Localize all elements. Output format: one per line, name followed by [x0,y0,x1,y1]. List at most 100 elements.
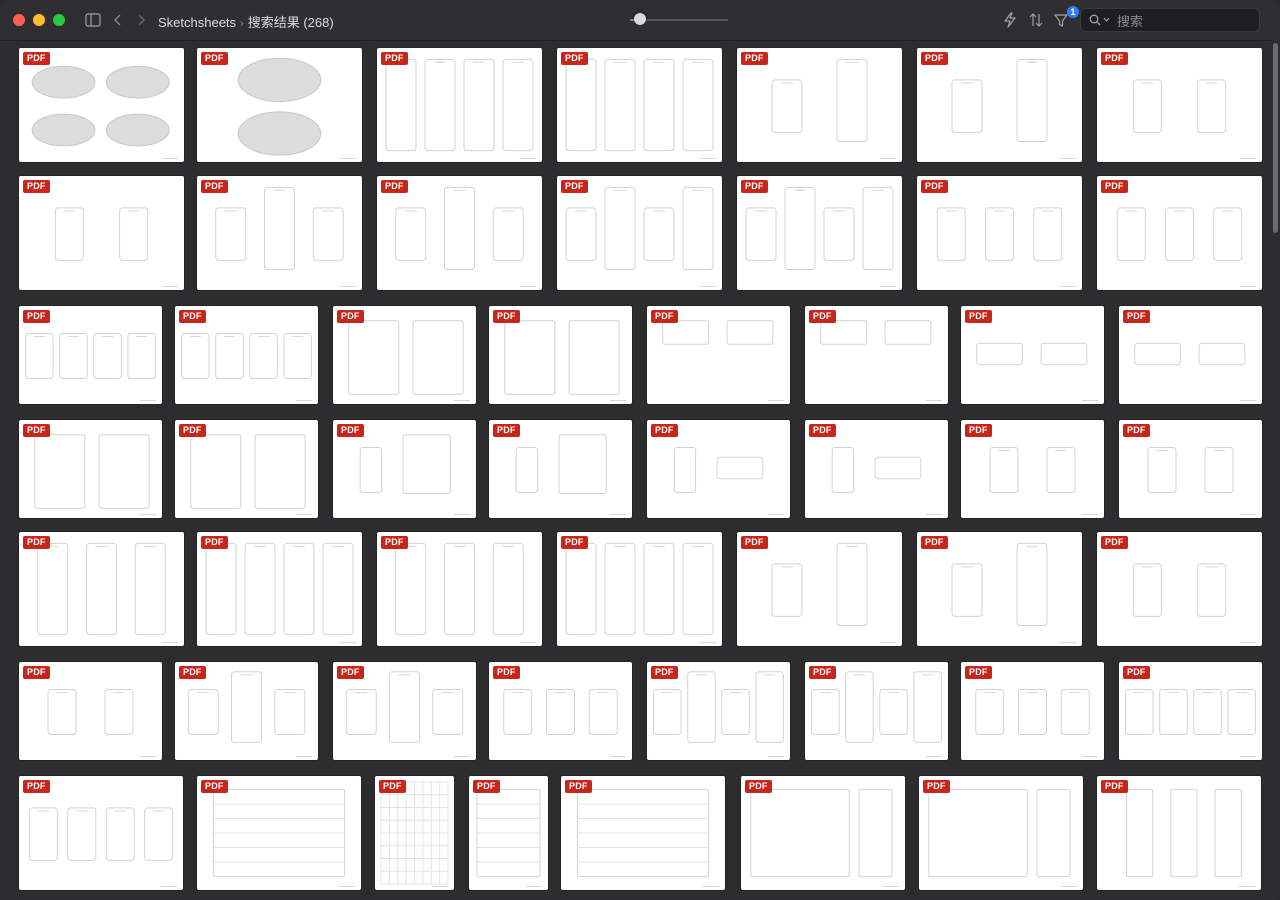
pdf-badge: PDF [809,424,836,437]
thumbnail-footer-mark [1082,400,1098,401]
pdf-thumbnail[interactable]: PDF [175,662,318,760]
pdf-thumbnail[interactable]: PDF [917,176,1082,290]
pdf-thumbnail[interactable]: PDF [1119,306,1262,404]
thumbnail-preview [237,57,322,156]
pdf-thumbnail[interactable]: PDF [377,48,542,162]
thumbnail-footer-mark [610,756,626,757]
pdf-thumbnail[interactable]: PDF [175,420,318,518]
pdf-thumbnail[interactable]: PDF [961,306,1104,404]
pdf-thumbnail[interactable]: PDF [489,662,632,760]
pdf-thumbnail[interactable]: PDF [175,306,318,404]
pdf-thumbnail[interactable]: PDF [805,306,948,404]
pdf-thumbnail[interactable]: PDF [377,176,542,290]
pdf-thumbnail[interactable]: PDF [333,306,476,404]
thumbnail-footer-mark [339,886,355,887]
thumbnail-footer-mark [454,400,470,401]
pdf-thumbnail[interactable]: PDF [1119,420,1262,518]
pdf-thumbnail[interactable]: PDF [1097,48,1262,162]
thumbnail-footer-mark [700,158,716,159]
pdf-thumbnail[interactable]: PDF [19,776,183,890]
scrollbar-thumb[interactable] [1273,43,1278,233]
thumbnail-footer-mark [1082,756,1098,757]
pdf-thumbnail[interactable]: PDF [19,306,162,404]
chevron-down-icon[interactable] [1103,17,1110,22]
pdf-thumbnail[interactable]: PDF [741,776,905,890]
sort-arrows-icon[interactable] [1026,10,1046,30]
pdf-thumbnail[interactable]: PDF [737,532,902,646]
pdf-thumbnail[interactable]: PDF [333,662,476,760]
chevron-left-icon[interactable] [108,10,128,30]
sidebar-icon[interactable] [83,10,103,30]
vertical-scrollbar[interactable] [1272,40,1280,900]
thumbnail-footer-mark [768,756,784,757]
pdf-thumbnail[interactable]: PDF [737,176,902,290]
chevron-right-icon[interactable] [131,10,151,30]
pdf-thumbnail[interactable]: PDF [489,420,632,518]
pdf-thumbnail[interactable]: PDF [1097,176,1262,290]
pdf-thumbnail[interactable]: PDF [737,48,902,162]
pdf-badge: PDF [381,52,408,65]
pdf-thumbnail[interactable]: PDF [469,776,548,890]
pdf-badge: PDF [921,536,948,549]
pdf-thumbnail[interactable]: PDF [805,662,948,760]
pdf-badge: PDF [23,536,50,549]
thumbnail-footer-mark [1060,158,1076,159]
pdf-thumbnail[interactable]: PDF [557,48,722,162]
thumbnail-footer-mark [520,286,536,287]
search-input[interactable] [1115,12,1259,30]
pdf-thumbnail[interactable]: PDF [561,776,725,890]
pdf-thumbnail[interactable]: PDF [377,532,542,646]
pdf-badge: PDF [337,666,364,679]
pdf-thumbnail[interactable]: PDF [375,776,454,890]
zoom-slider[interactable] [630,13,728,25]
thumbnail-footer-mark [880,158,896,159]
pdf-badge: PDF [179,310,206,323]
pdf-thumbnail[interactable]: PDF [557,176,722,290]
thumbnail-preview [395,186,524,270]
pdf-thumbnail[interactable]: PDF [961,420,1104,518]
pdf-thumbnail[interactable]: PDF [1119,662,1262,760]
pdf-thumbnail[interactable]: PDF [19,48,184,162]
pdf-thumbnail[interactable]: PDF [647,306,790,404]
pdf-thumbnail[interactable]: PDF [917,532,1082,646]
pdf-badge: PDF [201,52,228,65]
pdf-badge: PDF [23,780,50,793]
pdf-thumbnail[interactable]: PDF [961,662,1104,760]
pdf-thumbnail[interactable]: PDF [19,662,162,760]
pdf-thumbnail[interactable]: PDF [919,776,1083,890]
zoom-window-button[interactable] [53,14,65,26]
pdf-thumbnail[interactable]: PDF [197,532,362,646]
pdf-thumbnail[interactable]: PDF [19,532,184,646]
pdf-thumbnail[interactable]: PDF [197,176,362,290]
pdf-thumbnail[interactable]: PDF [197,776,361,890]
zoom-slider-knob[interactable] [633,13,646,25]
pdf-badge: PDF [809,666,836,679]
pdf-thumbnail[interactable]: PDF [805,420,948,518]
pdf-thumbnail[interactable]: PDF [1097,532,1262,646]
pdf-thumbnail[interactable]: PDF [333,420,476,518]
thumbnail-preview [951,542,1048,626]
thumbnail-footer-mark [700,286,716,287]
pdf-thumbnail[interactable]: PDF [1097,776,1261,890]
thumbnail-preview [565,58,714,152]
breadcrumb-root[interactable]: Sketchsheets [158,15,236,30]
pdf-thumbnail[interactable]: PDF [19,176,184,290]
thumbnail-preview [1132,563,1227,617]
pdf-thumbnail[interactable]: PDF [489,306,632,404]
pdf-thumbnail[interactable]: PDF [19,420,162,518]
pdf-thumbnail[interactable]: PDF [647,662,790,760]
thumbnail-preview [771,542,868,626]
search-field[interactable] [1080,8,1260,32]
pdf-thumbnail[interactable]: PDF [557,532,722,646]
thumbnail-footer-mark [340,642,356,643]
thumbnail-footer-mark [610,400,626,401]
close-window-button[interactable] [13,14,25,26]
pdf-badge: PDF [965,666,992,679]
minimize-window-button[interactable] [33,14,45,26]
pdf-thumbnail[interactable]: PDF [197,48,362,162]
pdf-thumbnail[interactable]: PDF [647,420,790,518]
bolt-icon[interactable] [1000,10,1020,30]
app-window: Sketchsheets›搜索结果 (268) 1 PDFPDFPDFPDFPD… [0,0,1280,900]
pdf-thumbnail[interactable]: PDF [917,48,1082,162]
thumbnail-preview [951,58,1048,142]
